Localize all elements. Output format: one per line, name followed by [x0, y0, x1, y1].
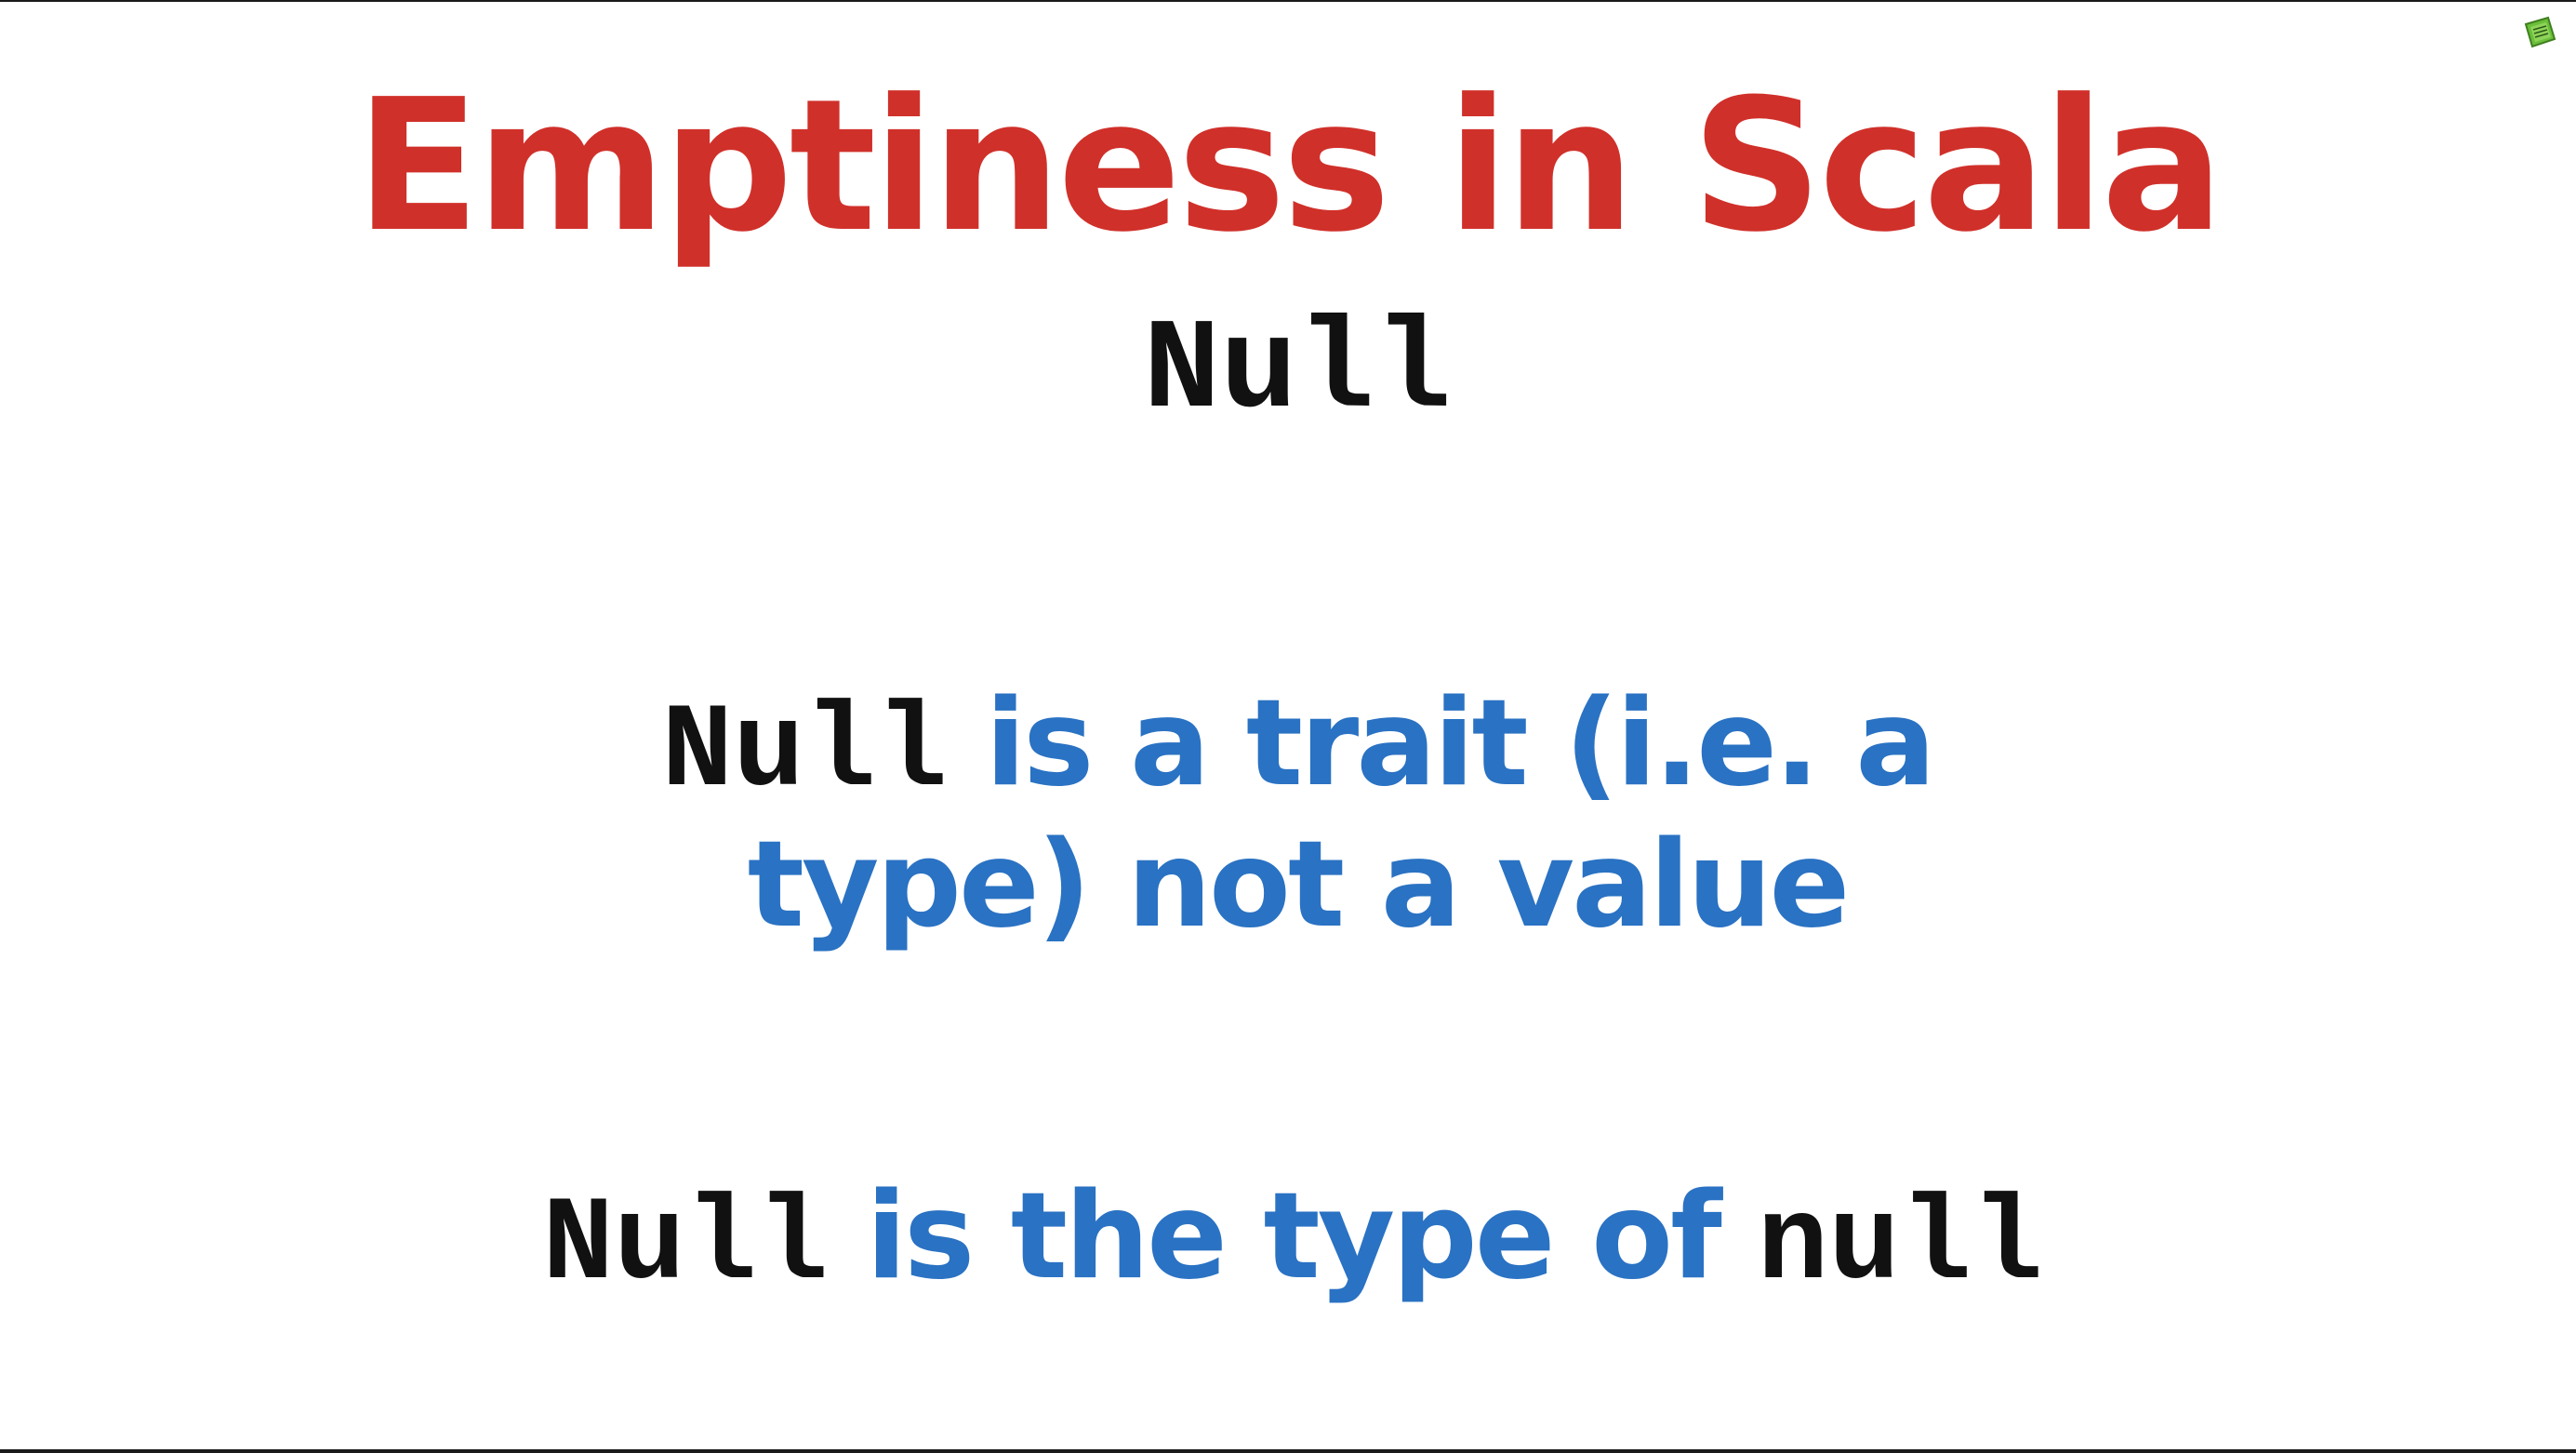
statement-2: Null is the type of null	[0, 1163, 2576, 1321]
statement-1-code: Null	[661, 686, 948, 820]
slide: Emptiness in Scala Null Null is a trait …	[0, 0, 2576, 1453]
statement-1-line-2: type) not a value	[0, 811, 2576, 960]
statement-2-code-value: null	[1757, 1179, 2043, 1313]
slide-title: Emptiness in Scala	[355, 60, 2224, 273]
slide-subtitle: Null	[1143, 300, 1452, 445]
statement-1-text-line-2: type) not a value	[747, 816, 1850, 954]
statement-1-line-1: Null is a trait (i.e. a	[0, 670, 2576, 828]
statement-1-text-line-1: is a trait (i.e. a	[985, 674, 1935, 813]
statement-2-text: is the type of	[866, 1167, 1722, 1306]
green-box-logo-icon	[2524, 16, 2556, 48]
statement-2-code-type: Null	[542, 1179, 829, 1313]
